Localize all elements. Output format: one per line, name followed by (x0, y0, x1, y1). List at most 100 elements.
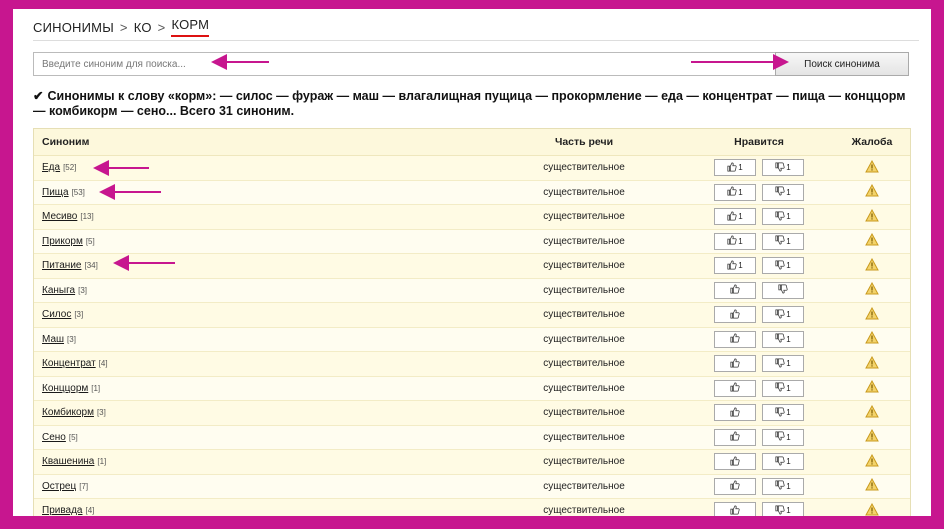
like-count: 1 (738, 236, 743, 246)
dislike-button[interactable]: 1 (762, 428, 804, 446)
warning-triangle-icon (865, 233, 879, 249)
vote-cell: 11 (684, 232, 834, 250)
thumbs-down-icon (777, 284, 788, 296)
warning-triangle-icon (865, 380, 879, 396)
synonym-link[interactable]: Еда (42, 162, 60, 173)
like-button[interactable] (714, 306, 756, 324)
vote-cell: 1 (684, 404, 834, 422)
like-button[interactable] (714, 453, 756, 471)
table-body: Еда [52] существительное 1 1 Пища [53] существи… (34, 156, 910, 516)
breadcrumb-item-current: КОРМ (171, 17, 210, 37)
warning-triangle-icon (865, 404, 879, 421)
warning-triangle-icon (865, 331, 879, 347)
usage-count: [4] (98, 359, 108, 369)
report-button[interactable] (834, 257, 910, 274)
dislike-button[interactable]: 1 (762, 208, 804, 226)
synonym-link[interactable]: Привада (42, 505, 83, 516)
like-button[interactable] (714, 330, 756, 348)
synonym-link[interactable]: Сено (42, 432, 66, 443)
synonym-link[interactable]: Каныга (42, 285, 75, 296)
synonym-link[interactable]: Силос (42, 309, 71, 320)
synonym-link[interactable]: Месиво (42, 211, 77, 222)
usage-count: [1] (97, 457, 107, 467)
dislike-button[interactable] (762, 281, 804, 299)
like-button[interactable] (714, 477, 756, 495)
warning-triangle-icon (865, 184, 879, 200)
dislike-button[interactable]: 1 (762, 379, 804, 397)
report-button[interactable] (834, 355, 910, 372)
dislike-button[interactable]: 1 (762, 257, 804, 275)
like-button[interactable]: 1 (714, 208, 756, 226)
usage-count: [53] (71, 187, 85, 197)
header-part-of-speech: Часть речи (554, 136, 614, 148)
report-button[interactable] (834, 306, 910, 323)
synonym-link[interactable]: Острец (42, 481, 76, 492)
synonym-link[interactable]: Конццорм (42, 383, 88, 394)
dislike-button[interactable]: 1 (762, 355, 804, 373)
dislike-button[interactable]: 1 (762, 183, 804, 201)
part-of-speech: существительное (543, 284, 625, 296)
breadcrumb-item-synonyms[interactable]: СИНОНИМЫ (33, 20, 114, 35)
report-button[interactable] (834, 282, 910, 298)
synonym-link[interactable]: Квашенина (42, 456, 94, 467)
vote-cell: 11 (684, 159, 834, 177)
report-button[interactable] (834, 404, 910, 421)
like-button[interactable] (714, 404, 756, 422)
table-row: Квашенина [1] существительное 1 (34, 450, 910, 475)
report-button[interactable] (834, 233, 910, 249)
dislike-count: 1 (786, 457, 791, 467)
thumbs-down-icon (775, 235, 785, 247)
report-button[interactable] (834, 429, 910, 445)
breadcrumb-item-ko[interactable]: КО (134, 20, 152, 35)
like-button[interactable]: 1 (714, 159, 756, 177)
search-button[interactable]: Поиск синонима (775, 52, 909, 76)
table-row: Комбикорм [3] существительное 1 (34, 401, 910, 426)
table-row: Еда [52] существительное 1 1 (34, 156, 910, 181)
warning-triangle-icon (865, 478, 879, 494)
dislike-button[interactable]: 1 (762, 404, 804, 422)
like-button[interactable]: 1 (714, 232, 756, 250)
like-button[interactable] (714, 379, 756, 397)
like-button[interactable] (714, 355, 756, 373)
thumbs-up-icon (729, 431, 740, 443)
dislike-count: 1 (786, 212, 791, 222)
header-word: Синоним (42, 136, 90, 148)
like-button[interactable]: 1 (714, 183, 756, 201)
synonym-link[interactable]: Концентрат (42, 358, 96, 369)
dislike-button[interactable]: 1 (762, 306, 804, 324)
synonym-link[interactable]: Прикорм (42, 236, 83, 247)
breadcrumb-separator: > (157, 19, 166, 35)
table-row: Конццорм [1] существительное 1 (34, 377, 910, 401)
vote-cell: 1 (684, 330, 834, 348)
synonym-link[interactable]: Маш (42, 334, 64, 345)
thumbs-up-icon (729, 284, 740, 296)
dislike-button[interactable]: 1 (762, 453, 804, 471)
synonym-cell: Пища [53] (34, 187, 484, 198)
report-button[interactable] (834, 159, 910, 176)
dislike-button[interactable]: 1 (762, 477, 804, 495)
dislike-button[interactable]: 1 (762, 232, 804, 250)
report-button[interactable] (834, 453, 910, 470)
thumbs-up-icon (729, 407, 740, 419)
dislike-button[interactable]: 1 (762, 502, 804, 516)
like-button[interactable] (714, 502, 756, 516)
report-button[interactable] (834, 478, 910, 494)
like-button[interactable] (714, 281, 756, 299)
thumbs-up-icon (729, 333, 740, 345)
like-button[interactable]: 1 (714, 257, 756, 275)
thumbs-down-icon (775, 431, 785, 443)
table-row: Каныга [3] существительное (34, 279, 910, 303)
report-button[interactable] (834, 502, 910, 516)
synonym-link[interactable]: Пища (42, 187, 69, 198)
like-button[interactable] (714, 428, 756, 446)
report-button[interactable] (834, 184, 910, 200)
report-button[interactable] (834, 331, 910, 347)
report-button[interactable] (834, 208, 910, 225)
dislike-button[interactable]: 1 (762, 159, 804, 177)
report-button[interactable] (834, 380, 910, 396)
dislike-button[interactable]: 1 (762, 330, 804, 348)
synonym-cell: Месиво [13] (34, 211, 484, 222)
synonym-link[interactable]: Комбикорм (42, 407, 94, 418)
search-input[interactable] (33, 52, 775, 76)
synonym-link[interactable]: Питание (42, 260, 81, 271)
